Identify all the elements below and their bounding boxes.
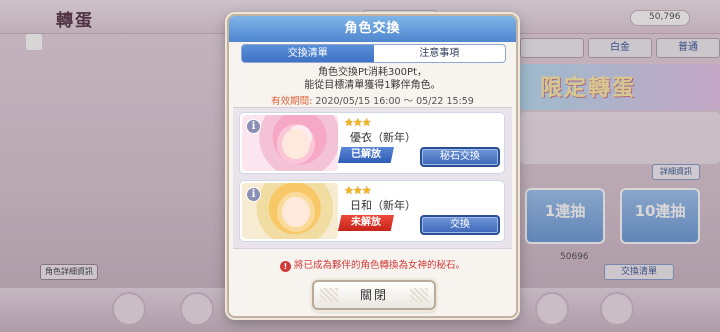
info-icon[interactable]: i [246, 187, 261, 202]
character-card: i ★★★ 日和（新年） 未解放 交換 [239, 180, 505, 242]
warning-text: 將已成為夥伴的角色轉換為女神的秘石。 [293, 260, 465, 271]
close-button[interactable]: 關閉 [312, 280, 436, 310]
dialog-title: 角色交換 [229, 16, 516, 42]
info-icon[interactable]: i [246, 119, 261, 134]
rarity-stars: ★★★ [344, 116, 372, 129]
tab-notes[interactable]: 注意事項 [374, 45, 506, 62]
warning-message: ! 將已成為夥伴的角色轉換為女神的秘石。 [229, 257, 516, 272]
character-name: 日和（新年） [350, 199, 416, 212]
period-value: 2020/05/15 16:00 ～ 05/22 15:59 [315, 96, 474, 107]
description-line-2: 能從目標清單獲得1夥伴角色。 [304, 80, 441, 91]
character-card: i ★★★ 優衣（新年） 已解放 秘石交換 [239, 112, 505, 174]
alert-icon: ! [279, 261, 291, 272]
character-name: 優衣（新年） [350, 131, 416, 144]
character-exchange-dialog: 角色交換 交換清單 注意事項 角色交換Pt消耗300Pt， 能從目標清單獲得1夥… [227, 14, 518, 318]
status-badge: 已解放 [338, 147, 394, 163]
character-face-art [282, 129, 310, 159]
character-portrait[interactable]: i [242, 115, 338, 171]
character-portrait[interactable]: i [242, 183, 338, 239]
character-list: i ★★★ 優衣（新年） 已解放 秘石交換 i ★★★ 日和（新年） 未解放 交… [233, 107, 512, 249]
period-label: 有效期間: [271, 96, 313, 107]
status-badge: 未解放 [338, 215, 394, 231]
dialog-tabs: 交換清單 注意事項 [241, 44, 506, 63]
character-face-art [282, 197, 310, 227]
exchange-description: 角色交換Pt消耗300Pt， 能從目標清單獲得1夥伴角色。 [229, 66, 516, 92]
description-line-1: 角色交換Pt消耗300Pt， [318, 67, 427, 78]
tab-exchange-list[interactable]: 交換清單 [242, 45, 374, 62]
valid-period: 有效期間: 2020/05/15 16:00 ～ 05/22 15:59 [229, 93, 516, 107]
exchange-button[interactable]: 交換 [420, 215, 500, 235]
jewel-exchange-button[interactable]: 秘石交換 [420, 147, 500, 167]
rarity-stars: ★★★ [344, 184, 372, 197]
